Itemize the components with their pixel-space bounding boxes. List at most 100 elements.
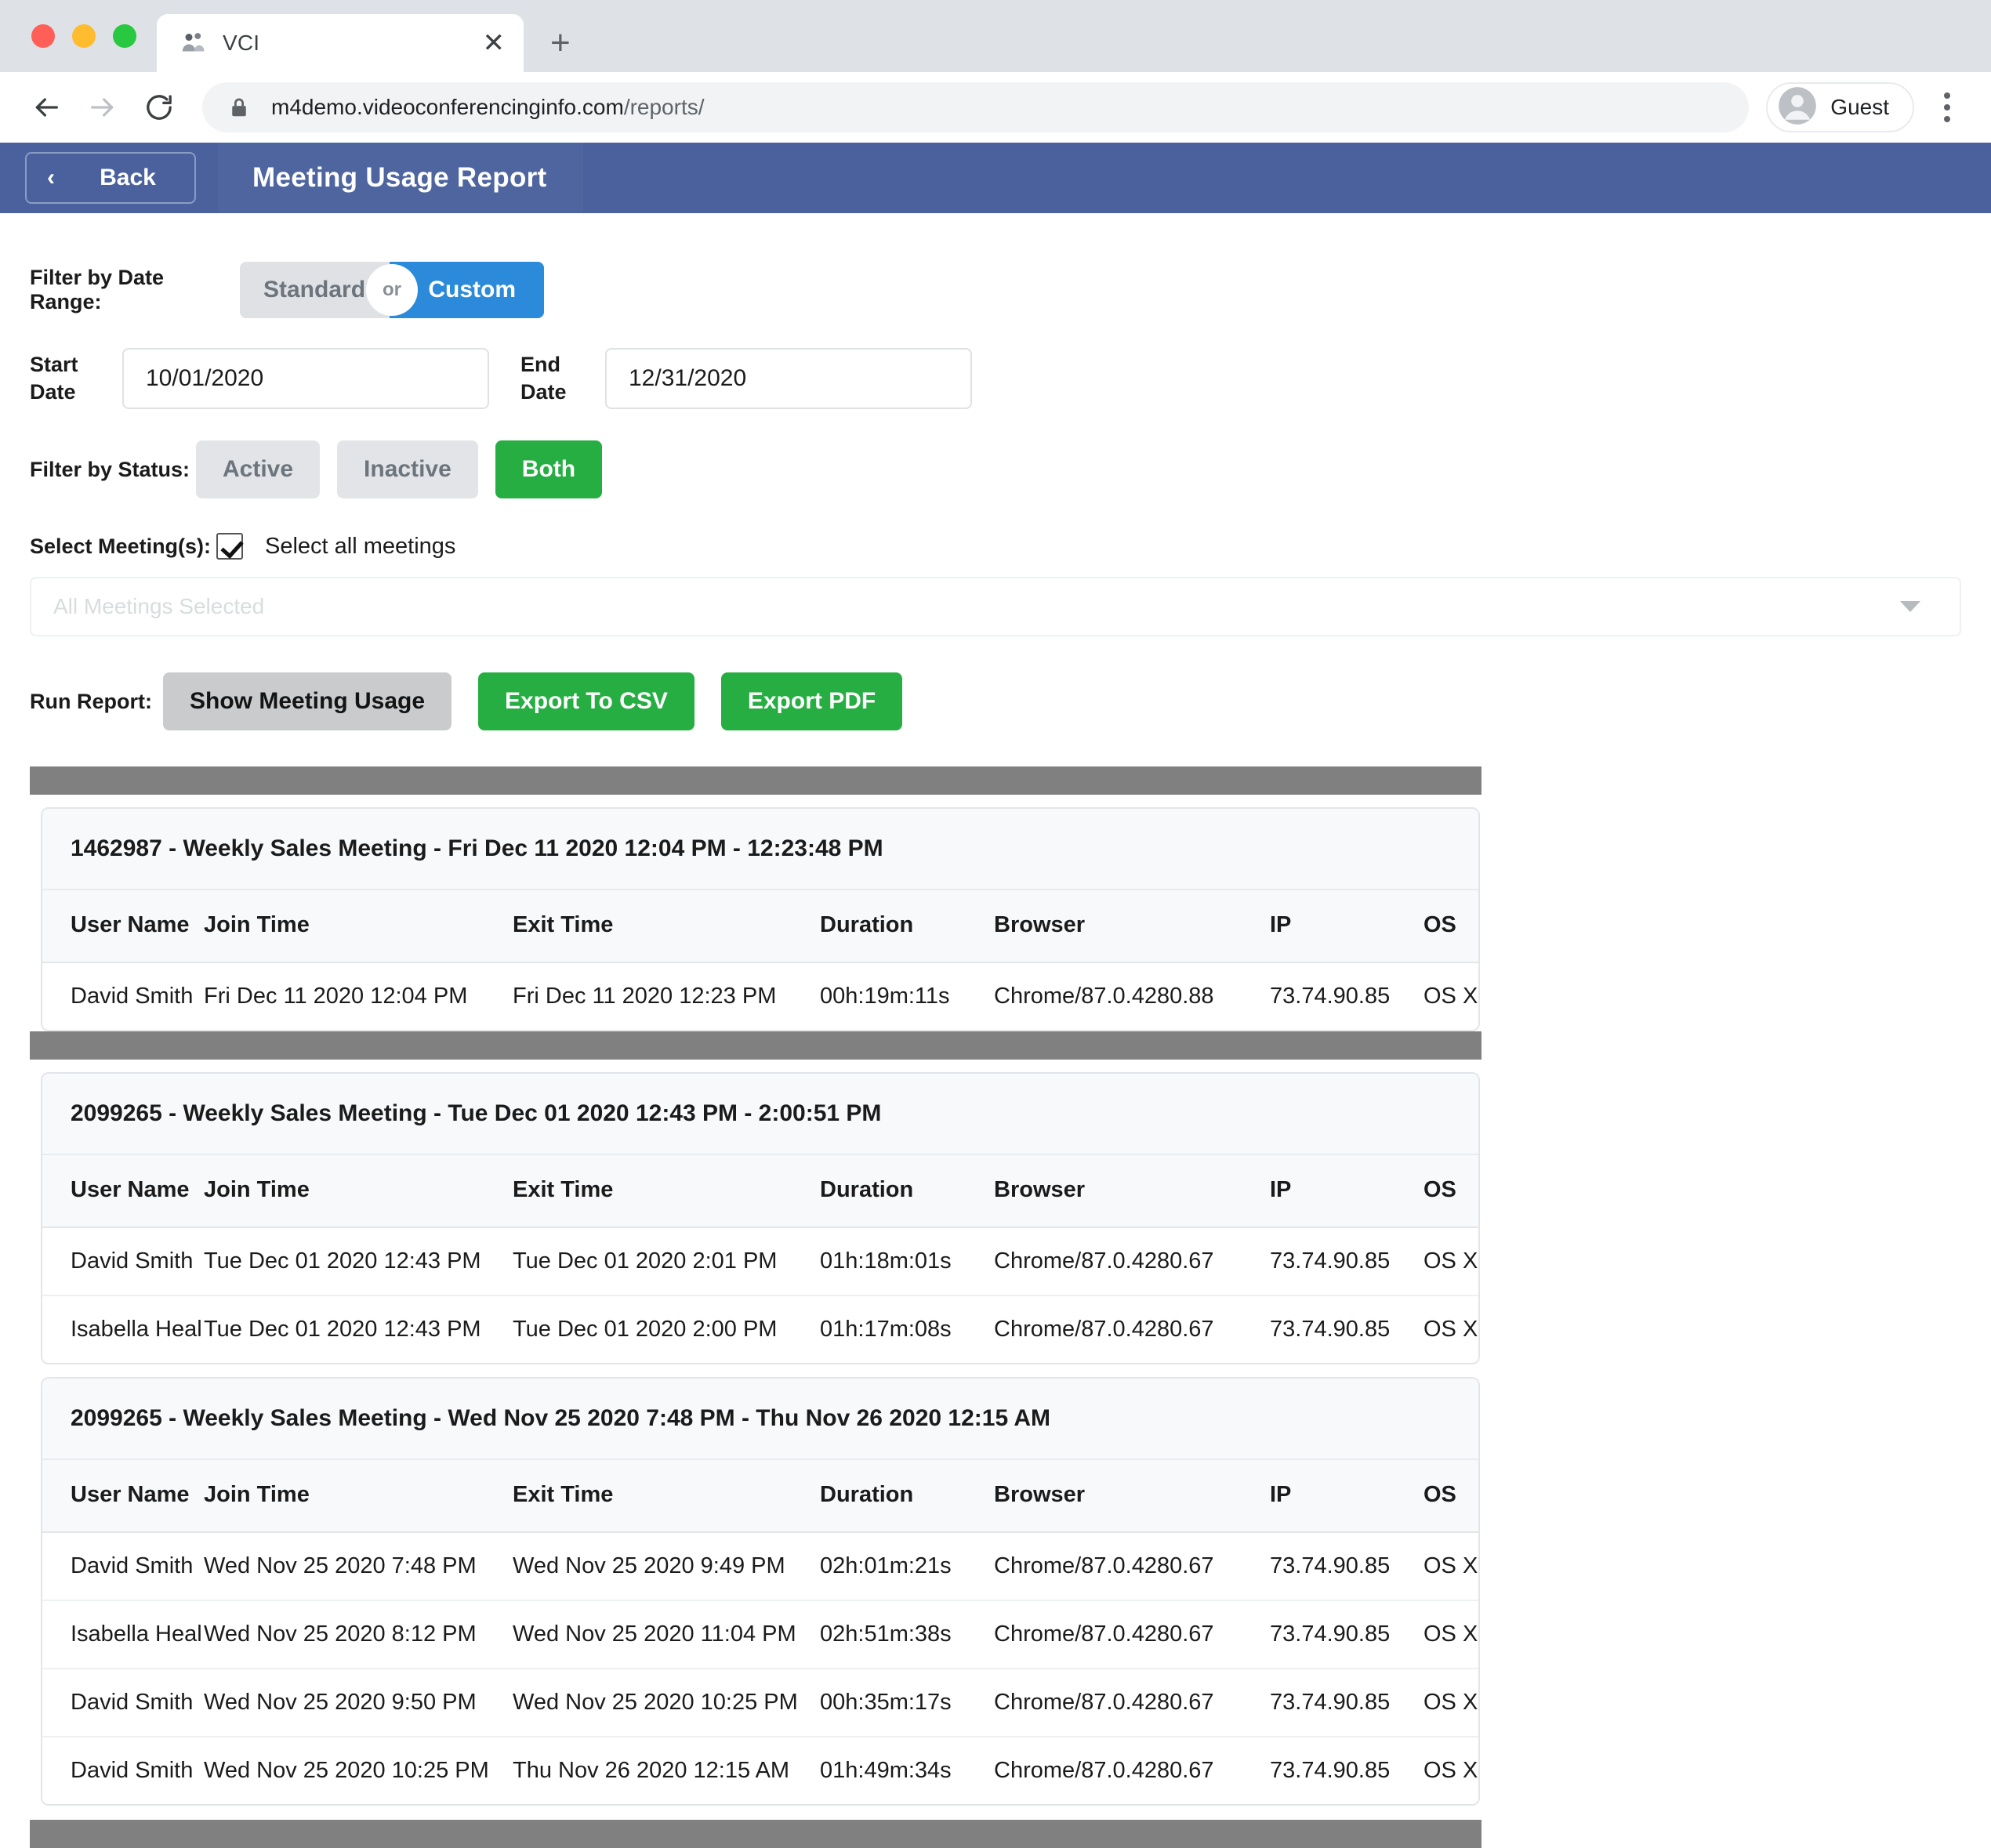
meeting-section: 2099265 - Weekly Sales Meeting - Tue Dec… xyxy=(41,1072,1480,1364)
cell-ip: 73.74.90.85 xyxy=(1270,1532,1423,1601)
close-icon[interactable]: ✕ xyxy=(483,30,506,56)
cell-ip: 73.74.90.85 xyxy=(1270,1669,1423,1737)
cell-user: David Smith xyxy=(71,1758,194,1783)
cell-browser: Chrome/87.0.4280.67 xyxy=(994,1758,1214,1783)
back-button[interactable]: ‹ Back xyxy=(25,152,196,204)
address-bar[interactable]: m4demo.videoconferencinginfo.com/reports… xyxy=(202,82,1750,132)
run-report-label: Run Report: xyxy=(30,689,152,713)
table-row: David Smith Tue Dec 01 2020 12:43 PM Tue D… xyxy=(42,1227,1478,1296)
window-traffic-lights xyxy=(24,0,157,72)
cell-ip: 73.74.90.85 xyxy=(1270,1758,1391,1783)
cell-join: Fri Dec 11 2020 12:04 PM xyxy=(204,984,468,1009)
cell-join: Wed Nov 25 2020 7:48 PM xyxy=(204,1532,513,1601)
status-active-button[interactable]: Active xyxy=(196,440,321,498)
cell-os: OS X xyxy=(1423,1669,1478,1737)
page-title-container: Meeting Usage Report xyxy=(218,143,583,213)
cell-browser: Chrome/87.0.4280.67 xyxy=(994,1600,1270,1669)
arrow-right-icon[interactable] xyxy=(78,83,127,132)
column-header-duration: Duration xyxy=(820,1155,994,1228)
browser-toolbar: m4demo.videoconferencinginfo.com/reports… xyxy=(0,72,1991,143)
date-range-label: Filter by Date Range: xyxy=(30,266,165,313)
end-date-input[interactable]: 12/31/2020 xyxy=(605,348,972,409)
back-button-label: Back xyxy=(100,165,156,190)
meeting-attendance-table: User Name Join Time Exit Time Duration Brows… xyxy=(42,1460,1478,1804)
meetings-select-dropdown[interactable]: All Meetings Selected xyxy=(30,577,1961,636)
start-date-input[interactable]: 10/01/2020 xyxy=(122,348,489,409)
reload-icon[interactable] xyxy=(135,83,183,132)
column-header-os: OS xyxy=(1423,1155,1478,1228)
account-circle-icon xyxy=(1777,85,1818,130)
report-content: Filter by Date Range: Standard Custom or… xyxy=(0,262,1991,1848)
cell-user: David Smith xyxy=(71,984,194,1009)
cell-user: David Smith xyxy=(42,1532,204,1601)
cell-os: OS X xyxy=(1423,1532,1478,1601)
lock-icon xyxy=(227,96,251,119)
column-header-exit: Exit Time xyxy=(513,1155,820,1228)
table-row: Isabella Heal Tue Dec 01 2020 12:43 PM Tue… xyxy=(42,1295,1478,1363)
cell-ip: 73.74.90.85 xyxy=(1270,1317,1391,1342)
table-row: Isabella Heal Wed Nov 25 2020 8:12 PM Wed … xyxy=(42,1600,1478,1669)
cell-duration: 01h:18m:01s xyxy=(820,1227,994,1296)
column-header-exit: Exit Time xyxy=(513,1460,820,1533)
cell-exit: Fri Dec 11 2020 12:23 PM xyxy=(513,984,777,1009)
date-inputs-row: Start Date 10/01/2020 End Date 12/31/202… xyxy=(30,348,1961,409)
cell-user: Isabella Heal xyxy=(42,1600,204,1669)
export-csv-button[interactable]: Export To CSV xyxy=(478,672,694,730)
cell-duration: 00h:19m:11s xyxy=(820,984,950,1009)
select-all-meetings-checkbox[interactable] xyxy=(216,533,243,560)
close-window-button[interactable] xyxy=(31,24,55,48)
date-range-toggle: Standard Custom or xyxy=(240,262,544,318)
maximize-window-button[interactable] xyxy=(113,24,136,48)
browser-chrome: VCI ✕ + m4demo.videoconferencinginfo.com… xyxy=(0,0,1991,143)
profile-button[interactable]: Guest xyxy=(1766,82,1914,132)
meeting-section-title: 2099265 - Weekly Sales Meeting - Tue Dec… xyxy=(71,1100,882,1126)
kebab-menu-icon[interactable] xyxy=(1925,82,1969,132)
cell-join: Tue Dec 01 2020 12:43 PM xyxy=(204,1227,513,1296)
column-header-exit: Exit Time xyxy=(513,890,820,963)
arrow-left-icon[interactable] xyxy=(22,83,71,132)
table-header-row: User Name Join Time Exit Time Duration Brows… xyxy=(42,890,1478,963)
select-meetings-row: Select Meeting(s): Select all meetings xyxy=(30,533,1961,560)
export-pdf-button[interactable]: Export PDF xyxy=(720,672,903,730)
meetings-select-placeholder: All Meetings Selected xyxy=(53,594,265,618)
status-inactive-button[interactable]: Inactive xyxy=(337,440,478,498)
cell-join: Wed Nov 25 2020 8:12 PM xyxy=(204,1600,513,1669)
run-report-row: Run Report: Show Meeting Usage Export To… xyxy=(30,672,1961,730)
show-meeting-usage-button[interactable]: Show Meeting Usage xyxy=(163,672,452,730)
cell-exit: Wed Nov 25 2020 10:25 PM xyxy=(513,1669,820,1737)
table-row: David Smith Wed Nov 25 2020 7:48 PM Wed No… xyxy=(42,1532,1478,1601)
cell-ip: 73.74.90.85 xyxy=(1270,984,1391,1009)
browser-tab[interactable]: VCI ✕ xyxy=(157,14,524,72)
plus-icon[interactable]: + xyxy=(550,24,571,63)
url-text: m4demo.videoconferencinginfo.com/reports… xyxy=(271,95,705,120)
status-both-button[interactable]: Both xyxy=(495,440,603,498)
cell-duration: 01h:17m:08s xyxy=(820,1317,952,1342)
url-host: m4demo.videoconferencinginfo.com xyxy=(271,95,624,119)
cell-os: OS X xyxy=(1423,1758,1478,1783)
cell-exit: Wed Nov 25 2020 9:49 PM xyxy=(513,1532,820,1601)
cell-os: OS X xyxy=(1423,1600,1478,1669)
cell-browser: Chrome/87.0.4280.67 xyxy=(994,1669,1270,1737)
minimize-window-button[interactable] xyxy=(72,24,96,48)
cell-os: OS X xyxy=(1423,1317,1478,1342)
cell-browser: Chrome/87.0.4280.67 xyxy=(994,1317,1214,1342)
table-header-row: User Name Join Time Exit Time Duration Brows… xyxy=(42,1155,1478,1228)
section-divider-bar xyxy=(30,1820,1481,1848)
column-header-join: Join Time xyxy=(204,890,513,963)
cell-browser: Chrome/87.0.4280.88 xyxy=(994,984,1214,1009)
meeting-attendance-table: User Name Join Time Exit Time Duration Brows… xyxy=(42,1155,1478,1363)
people-group-icon xyxy=(179,28,209,58)
column-header-duration: Duration xyxy=(820,1460,994,1533)
cell-user: David Smith xyxy=(42,1227,204,1296)
cell-join: Wed Nov 25 2020 9:50 PM xyxy=(204,1669,513,1737)
meeting-section-header: 1462987 - Weekly Sales Meeting - Fri Dec… xyxy=(42,809,1478,890)
meeting-section-header: 2099265 - Weekly Sales Meeting - Tue Dec… xyxy=(42,1074,1478,1155)
app-header: ‹ Back Meeting Usage Report xyxy=(0,143,1991,213)
table-header-row: User Name Join Time Exit Time Duration Brows… xyxy=(42,1460,1478,1533)
cell-browser: Chrome/87.0.4280.67 xyxy=(994,1227,1270,1296)
cell-join: Wed Nov 25 2020 10:25 PM xyxy=(204,1758,489,1783)
cell-ip: 73.74.90.85 xyxy=(1270,1227,1423,1296)
meeting-attendance-table: User Name Join Time Exit Time Duration Brows… xyxy=(42,890,1478,1030)
cell-duration: 02h:51m:38s xyxy=(820,1600,994,1669)
column-header-ip: IP xyxy=(1270,890,1423,963)
